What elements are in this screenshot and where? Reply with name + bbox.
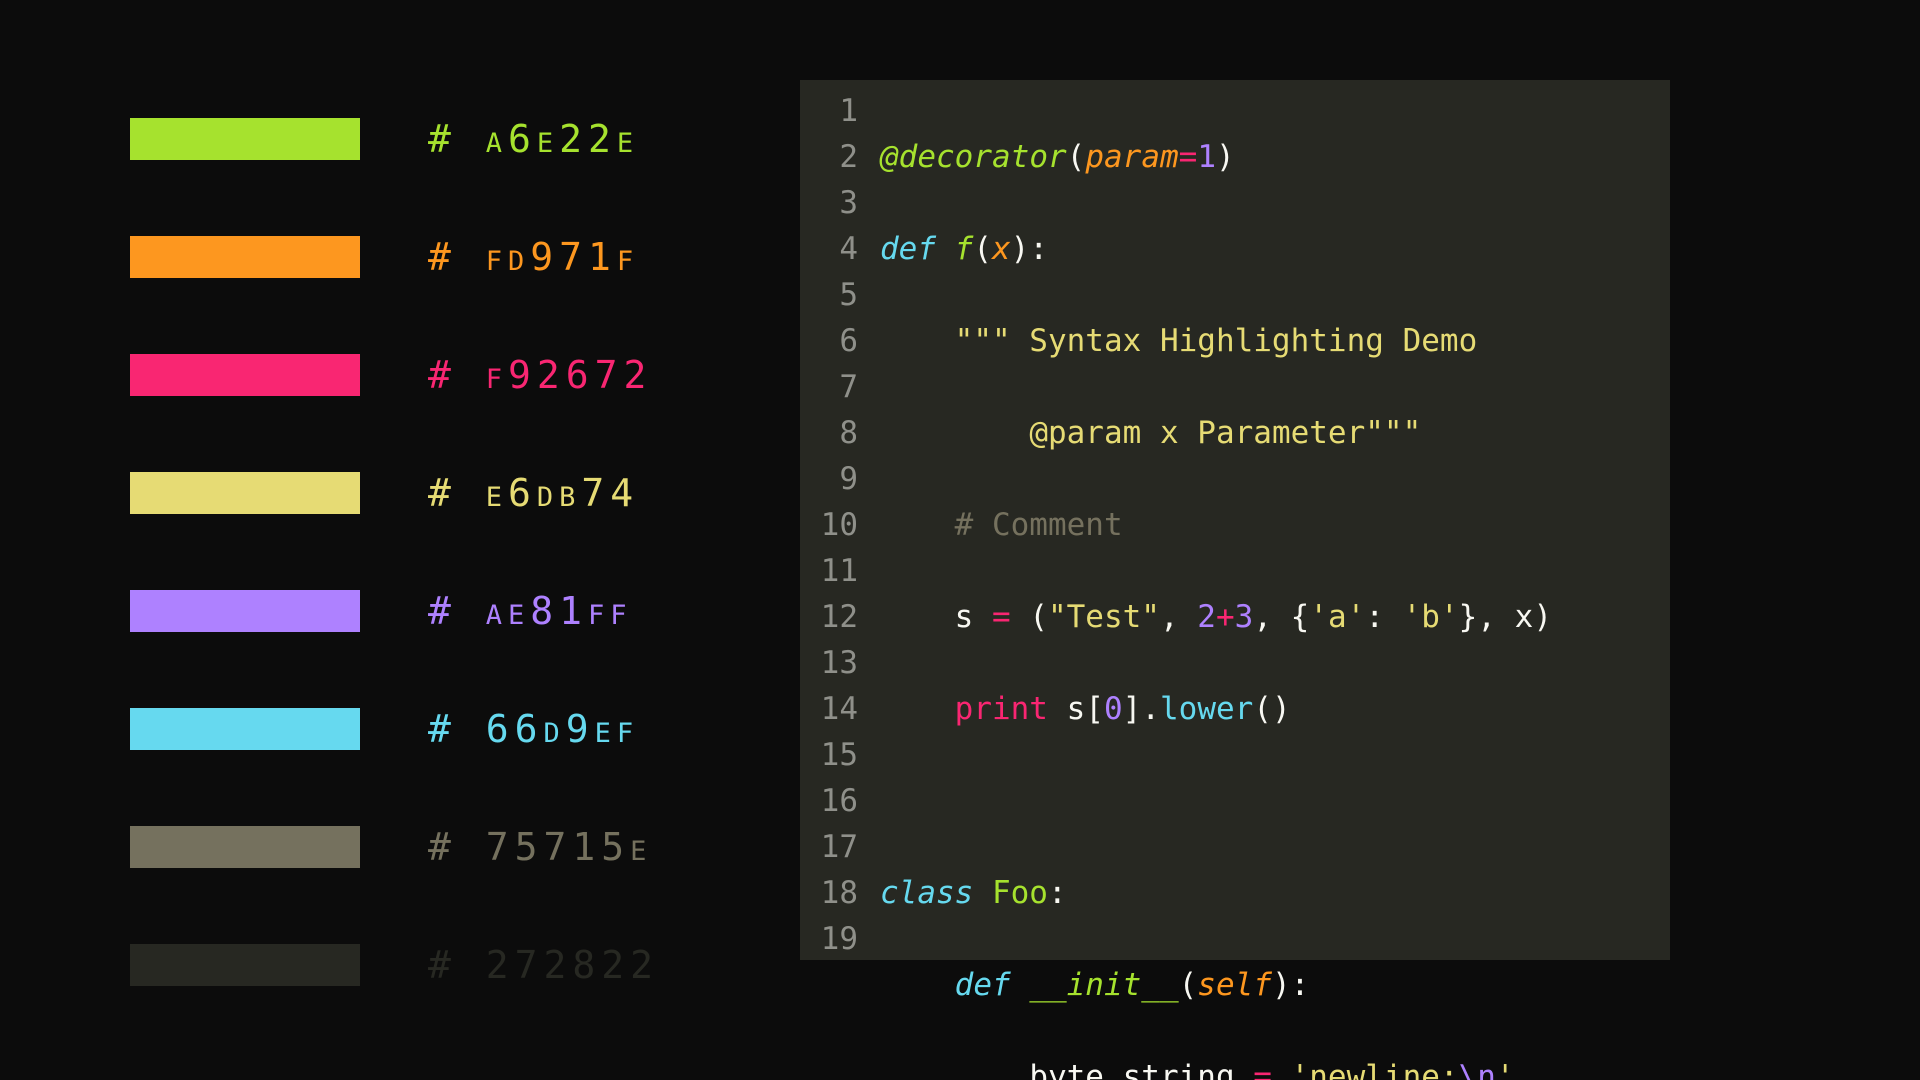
swatch-75715e <box>130 826 360 868</box>
code-line[interactable] <box>880 778 1552 824</box>
line-number-gutter: 1 2 3 4 5 6 7 8 9 10 11 12 13 14 15 16 1… <box>800 88 870 962</box>
hex-label: # FD971F <box>428 235 639 279</box>
line-number: 18 <box>800 870 870 916</box>
code-line[interactable]: def __init__(self): <box>880 962 1552 1008</box>
code-line[interactable]: byte_string = 'newline:\n' <box>880 1054 1552 1080</box>
palette-row: # 272822 <box>130 906 750 1024</box>
hex-label: # AE81FF <box>428 589 633 633</box>
palette-column: # A6E22E # FD971F # F92672 # E6DB74 # AE… <box>130 80 750 1024</box>
line-number: 19 <box>800 916 870 962</box>
palette-row: # A6E22E <box>130 80 750 198</box>
hex-label: # F92672 <box>428 353 652 397</box>
swatch-fd971f <box>130 236 360 278</box>
line-number: 3 <box>800 180 870 226</box>
hex-label: # 75715E <box>428 825 652 869</box>
palette-row: # E6DB74 <box>130 434 750 552</box>
code-line[interactable]: class Foo: <box>880 870 1552 916</box>
palette-row: # 66D9EF <box>130 670 750 788</box>
swatch-ae81ff <box>130 590 360 632</box>
palette-row: # F92672 <box>130 316 750 434</box>
swatch-66d9ef <box>130 708 360 750</box>
line-number: 10 <box>800 502 870 548</box>
line-number: 4 <box>800 226 870 272</box>
code-area[interactable]: @decorator(param=1) def f(x): """ Syntax… <box>880 88 1552 1080</box>
line-number: 2 <box>800 134 870 180</box>
line-number: 6 <box>800 318 870 364</box>
swatch-e6db74 <box>130 472 360 514</box>
code-line[interactable]: @param x Parameter""" <box>880 410 1552 456</box>
line-number: 5 <box>800 272 870 318</box>
line-number: 11 <box>800 548 870 594</box>
hex-label: # A6E22E <box>428 117 639 161</box>
line-number: 8 <box>800 410 870 456</box>
line-number: 15 <box>800 732 870 778</box>
hex-label: # 272822 <box>428 943 659 987</box>
line-number: 14 <box>800 686 870 732</box>
line-number: 13 <box>800 640 870 686</box>
code-line[interactable]: def f(x): <box>880 226 1552 272</box>
line-number: 16 <box>800 778 870 824</box>
palette-row: # 75715E <box>130 788 750 906</box>
line-number: 1 <box>800 88 870 134</box>
hex-label: # 66D9EF <box>428 707 639 751</box>
line-number: 9 <box>800 456 870 502</box>
code-line[interactable]: # Comment <box>880 502 1552 548</box>
swatch-f92672 <box>130 354 360 396</box>
swatch-272822 <box>130 944 360 986</box>
palette-row: # AE81FF <box>130 552 750 670</box>
code-line[interactable]: @decorator(param=1) <box>880 134 1552 180</box>
hex-label: # E6DB74 <box>428 471 639 515</box>
swatch-a6e22e <box>130 118 360 160</box>
line-number: 17 <box>800 824 870 870</box>
line-number: 7 <box>800 364 870 410</box>
code-editor[interactable]: 1 2 3 4 5 6 7 8 9 10 11 12 13 14 15 16 1… <box>800 80 1670 960</box>
root: # A6E22E # FD971F # F92672 # E6DB74 # AE… <box>0 0 1920 1080</box>
code-line[interactable]: print s[0].lower() <box>880 686 1552 732</box>
line-number: 12 <box>800 594 870 640</box>
code-line[interactable]: s = ("Test", 2+3, {'a': 'b'}, x) <box>880 594 1552 640</box>
palette-row: # FD971F <box>130 198 750 316</box>
code-line[interactable]: """ Syntax Highlighting Demo <box>880 318 1552 364</box>
